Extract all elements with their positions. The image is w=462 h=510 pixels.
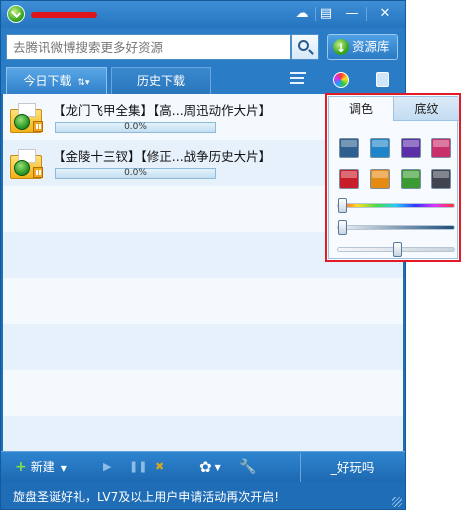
plus-icon: + (15, 459, 27, 475)
progress-text: 0.0% (124, 168, 147, 178)
folder-icon (10, 103, 44, 133)
hue-slider[interactable] (337, 198, 455, 213)
new-task-label: 新建 (30, 460, 55, 474)
bottom-toolbar: + 新建 ▼ ▶ ❚❚ ✖ ✿ ▼ 🔧 _好玩吗 (1, 451, 405, 482)
tab-today-downloads[interactable]: 今日下载 ⇅▾ (6, 67, 107, 94)
hue-slider-thumb[interactable] (338, 198, 347, 213)
search-row: 资源库 (1, 28, 405, 66)
color-swatch[interactable] (401, 169, 421, 189)
folder-icon (10, 149, 44, 179)
saturation-slider[interactable] (337, 220, 455, 235)
progress-bar: 0.0% (55, 122, 216, 133)
skin-color-icon[interactable] (333, 72, 349, 88)
color-swatch[interactable] (339, 138, 359, 158)
list-view-icon[interactable] (290, 72, 306, 88)
color-swatch[interactable] (431, 138, 451, 158)
new-task-button[interactable]: + 新建 ▼ (15, 459, 67, 477)
settings-button[interactable]: ✿ ▼ (199, 458, 221, 477)
user-name-redacted (31, 12, 97, 18)
title-separator (366, 7, 367, 21)
wrench-icon[interactable]: 🔧 (239, 458, 256, 476)
resource-library-label: 资源库 (352, 39, 390, 54)
menu-icon[interactable]: ▤ (315, 4, 337, 24)
color-swatch[interactable] (431, 169, 451, 189)
app-logo-icon[interactable] (7, 5, 25, 23)
lightness-slider[interactable] (337, 242, 455, 257)
download-icon (333, 36, 349, 60)
start-icon[interactable]: ▶ (103, 460, 111, 474)
tab-row: 今日下载 ⇅▾ 历史下载 (1, 66, 405, 94)
color-swatch[interactable] (370, 138, 390, 158)
search-button[interactable] (291, 34, 319, 60)
task-name: 【金陵十三钗】【修正...战争历史大片】 (53, 149, 272, 164)
paused-badge-icon (33, 167, 43, 178)
chat-bubble-icon[interactable]: ☁ (291, 4, 313, 24)
color-swatch[interactable] (370, 169, 390, 189)
gear-icon: ✿ (199, 458, 212, 476)
tab-texture[interactable]: 底纹 (394, 97, 459, 121)
tab-history-downloads[interactable]: 历史下载 (111, 67, 211, 94)
status-bar: 旋盘圣诞好礼，LV7及以上用户申请活动再次开启! (1, 482, 405, 509)
pause-icon[interactable]: ❚❚ (129, 460, 147, 474)
close-icon[interactable]: ✕ (374, 4, 396, 24)
task-name: 【龙门飞甲全集】【高...周迅动作大片】 (53, 103, 272, 118)
progress-text: 0.0% (124, 122, 147, 132)
fun-button[interactable]: _好玩吗 (300, 453, 404, 482)
recycle-bin-icon[interactable] (376, 72, 389, 87)
tab-color[interactable]: 调色 (329, 97, 394, 121)
delete-icon[interactable]: ✖ (155, 460, 164, 474)
lightness-slider-thumb[interactable] (393, 242, 402, 257)
chevron-down-icon: ▼ (214, 462, 221, 472)
minimize-icon[interactable]: — (341, 4, 363, 24)
title-bar[interactable]: ☁ ▤ — ✕ (1, 1, 405, 28)
search-icon (298, 40, 309, 51)
chevron-down-icon: ▼ (60, 464, 67, 473)
skin-panel-body: 调色 底纹 (328, 96, 459, 259)
progress-bar: 0.0% (55, 168, 216, 179)
paused-badge-icon (33, 121, 43, 132)
tab-today-label: 今日下载 (23, 74, 72, 88)
color-swatch[interactable] (339, 169, 359, 189)
skin-panel: 调色 底纹 (325, 93, 461, 262)
color-swatch[interactable] (401, 138, 421, 158)
status-message[interactable]: 旋盘圣诞好礼，LV7及以上用户申请活动再次开启! (13, 488, 279, 505)
search-icon-handle (308, 49, 314, 55)
resource-library-button[interactable]: 资源库 (327, 34, 398, 60)
saturation-slider-thumb[interactable] (338, 220, 347, 235)
sort-icon[interactable]: ⇅▾ (77, 70, 89, 97)
resize-grip-icon[interactable] (392, 497, 402, 507)
search-input[interactable] (6, 34, 291, 60)
tab-history-label: 历史下载 (136, 74, 185, 88)
